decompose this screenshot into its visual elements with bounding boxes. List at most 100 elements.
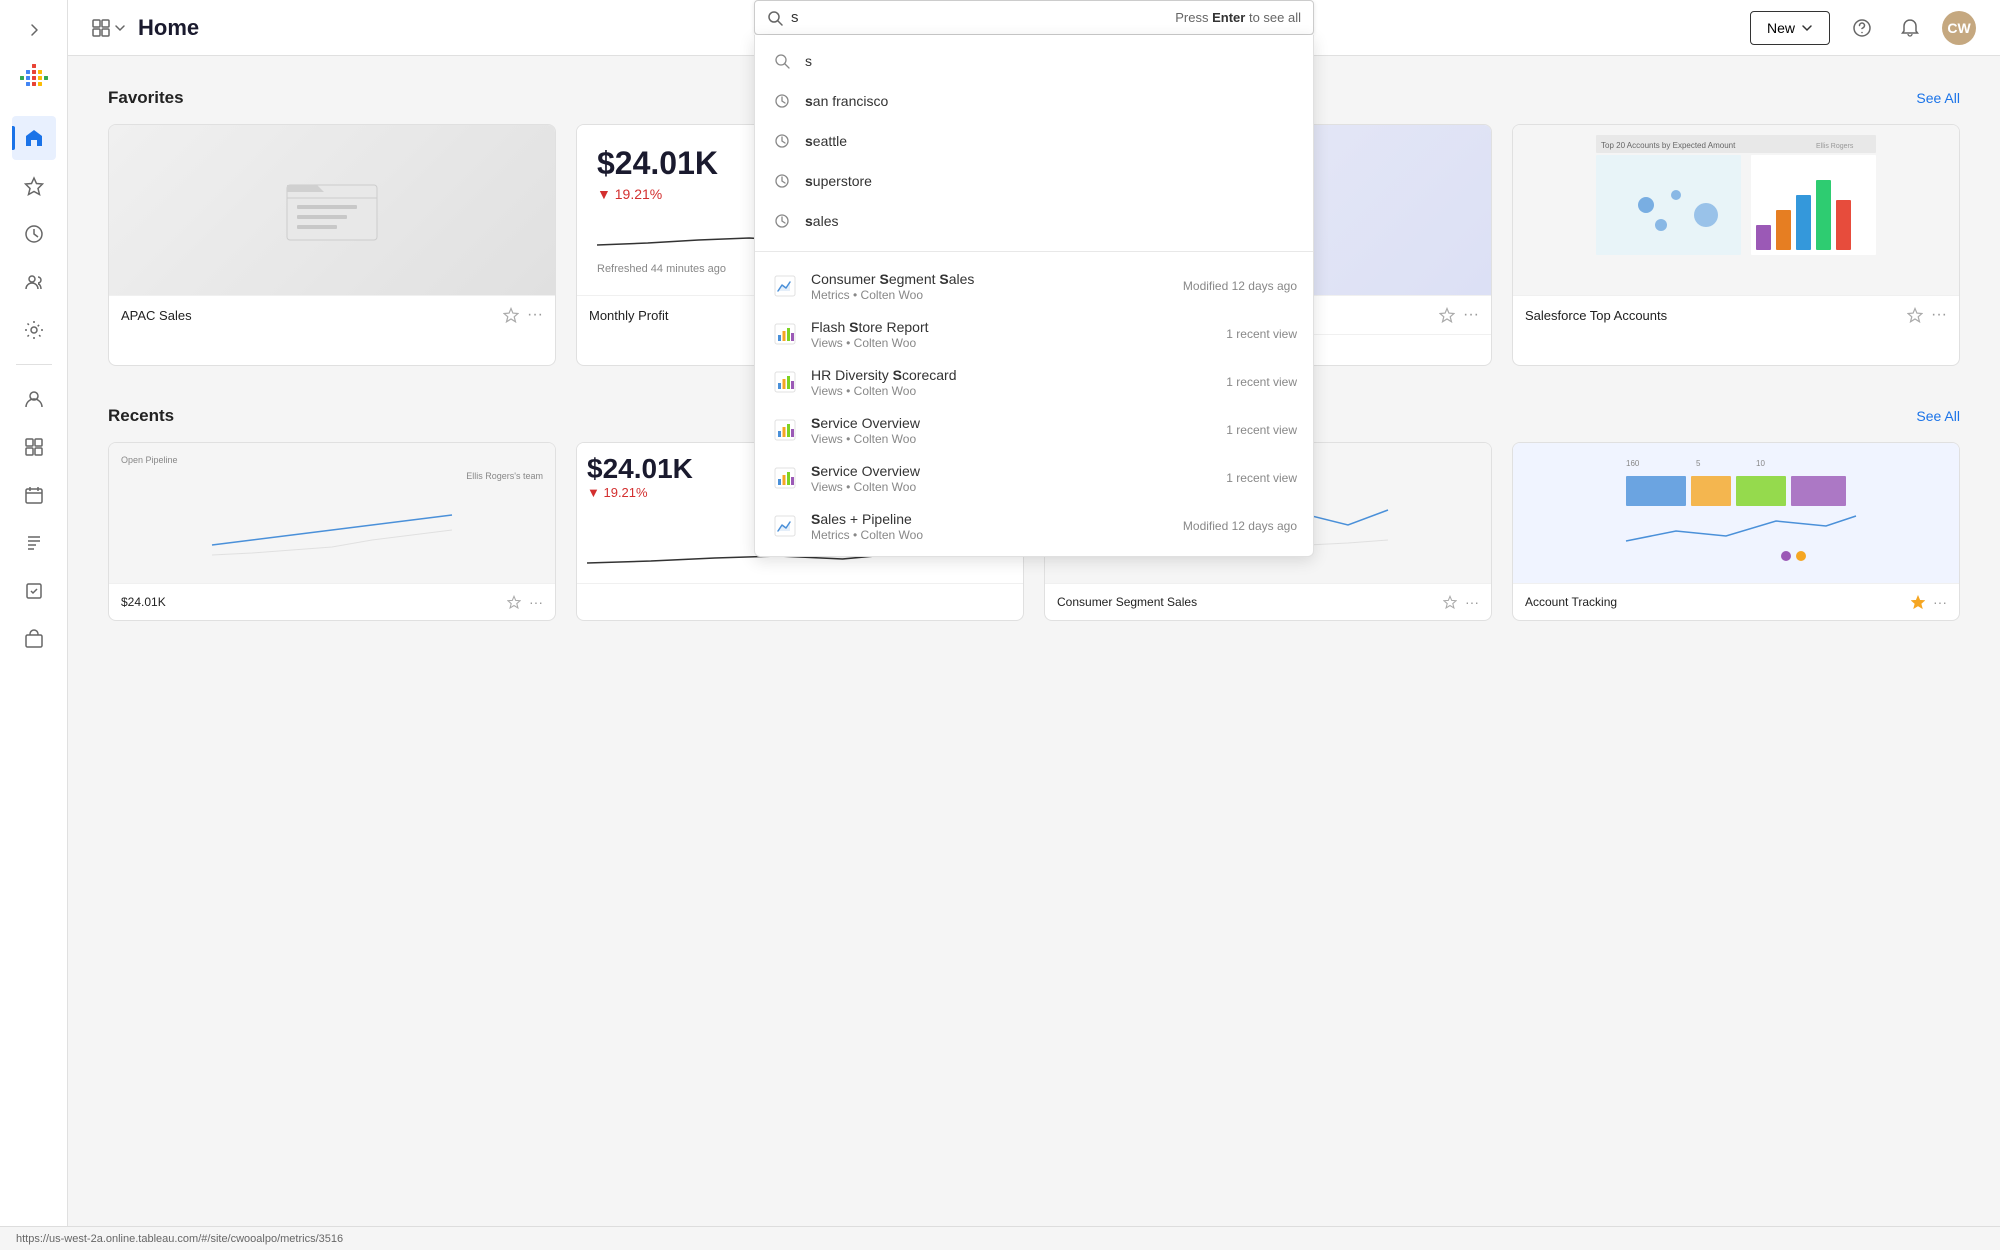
more-options-button[interactable]: ··· [1465,594,1479,610]
top-bar: Home Press Enter to see all [68,0,2000,56]
sidebar-item-recommendations[interactable] [12,308,56,352]
star-button[interactable] [503,307,519,323]
app-logo[interactable] [16,60,52,96]
sidebar-item-user[interactable] [12,377,56,421]
result-time: Modified 12 days ago [1183,519,1297,533]
search-input[interactable] [791,9,1167,26]
account-chart: 160 5 10 [1521,451,1951,571]
sidebar-item-tasks[interactable] [12,569,56,613]
sidebar-item-data[interactable] [12,521,56,565]
card-thumbnail-recent-1: Open Pipeline Ellis Rogers's team [109,443,555,583]
sidebar-item-home[interactable] [12,116,56,160]
sidebar [0,0,68,1250]
search-suggestion-s[interactable]: s [755,41,1313,81]
star-button[interactable] [507,595,521,609]
result-info: Flash Store Report Views • Colten Woo [811,319,1214,350]
card-thumbnail-salesforce: Top 20 Accounts by Expected Amount Ellis… [1513,125,1959,295]
suggestion-label: san francisco [805,93,888,109]
card-actions: ··· [1907,306,1947,324]
views-icon [771,320,799,348]
more-options-button[interactable]: ··· [1931,306,1947,324]
sidebar-item-groups[interactable] [12,260,56,304]
result-hr-diversity-scorecard[interactable]: HR Diversity Scorecard Views • Colten Wo… [755,358,1313,406]
result-name: Service Overview [811,463,1214,479]
search-suggestion-seattle[interactable]: seattle [755,121,1313,161]
recent-search-icon [771,90,793,112]
help-button[interactable] [1846,12,1878,44]
result-time: 1 recent view [1226,471,1297,485]
new-button[interactable]: New [1750,11,1830,45]
user-avatar[interactable]: CW [1942,11,1976,45]
sidebar-item-calendar[interactable] [12,473,56,517]
recent-search-icon [771,210,793,232]
result-name: Sales + Pipeline [811,511,1171,527]
sidebar-item-shared[interactable] [12,617,56,661]
card-footer-recent-1: $24.01K ··· [109,583,555,620]
card-recent-1[interactable]: Open Pipeline Ellis Rogers's team $24.01… [108,442,556,621]
svg-text:160: 160 [1626,459,1640,468]
chevron-down-icon [114,22,126,34]
result-service-overview-1[interactable]: Service Overview Views • Colten Woo 1 re… [755,406,1313,454]
topbar-right: New [1750,11,1976,45]
suggestion-label: superstore [805,173,872,189]
metrics-icon [771,272,799,300]
refresh-label: Refreshed 44 minutes ago [597,263,726,275]
result-name: Consumer Segment Sales [811,271,1171,287]
search-suggestion-san-francisco[interactable]: san francisco [755,81,1313,121]
suggestion-label: seattle [805,133,847,149]
sidebar-item-metrics[interactable] [12,425,56,469]
card-account-tracking[interactable]: 160 5 10 [1512,442,1960,621]
search-dropdown: s san francisco [754,35,1314,557]
result-meta: Metrics • Colten Woo [811,528,1171,542]
result-consumer-segment-sales[interactable]: Consumer Segment Sales Metrics • Colten … [755,262,1313,310]
result-service-overview-2[interactable]: Service Overview Views • Colten Woo 1 re… [755,454,1313,502]
more-options-button[interactable]: ··· [1933,594,1947,610]
card-actions: ··· [1443,594,1479,610]
sidebar-item-favorites[interactable] [12,164,56,208]
result-meta: Views • Colten Woo [811,480,1214,494]
sidebar-collapse-button[interactable] [16,12,52,48]
more-options-button[interactable]: ··· [527,306,543,324]
card-actions: ··· [507,594,543,610]
views-icon [771,464,799,492]
result-time: 1 recent view [1226,375,1297,389]
recent-search-icon [771,130,793,152]
salesforce-chart: Top 20 Accounts by Expected Amount Ellis… [1513,125,1959,295]
favorites-title: Favorites [108,88,184,108]
card-salesforce-top-accounts[interactable]: Top 20 Accounts by Expected Amount Ellis… [1512,124,1960,366]
card-thumbnail-apac-sales [109,125,555,295]
profit-value: $24.01K [597,145,718,182]
recents-see-all[interactable]: See All [1916,408,1960,424]
notifications-button[interactable] [1894,12,1926,44]
sidebar-divider-1 [16,364,52,365]
result-info: Service Overview Views • Colten Woo [811,415,1214,446]
star-button[interactable] [1439,307,1455,323]
search-suggestion-superstore[interactable]: superstore [755,161,1313,201]
result-info: Consumer Segment Sales Metrics • Colten … [811,271,1171,302]
svg-text:Ellis Rogers: Ellis Rogers [1816,143,1854,150]
result-name: HR Diversity Scorecard [811,367,1214,383]
search-container: Press Enter to see all [754,0,1314,35]
svg-text:10: 10 [1756,459,1765,468]
svg-text:Top 20 Accounts by Expected Am: Top 20 Accounts by Expected Amount [1601,141,1736,150]
result-meta: Metrics • Colten Woo [811,288,1171,302]
result-info: Service Overview Views • Colten Woo [811,463,1214,494]
star-button[interactable] [1911,595,1925,609]
result-flash-store-report[interactable]: Flash Store Report Views • Colten Woo 1 … [755,310,1313,358]
card-apac-sales[interactable]: APAC Sales ··· [108,124,556,366]
search-icon [767,10,783,26]
more-options-button[interactable]: ··· [1463,306,1479,324]
result-time: 1 recent view [1226,423,1297,437]
more-options-button[interactable]: ··· [529,594,543,610]
star-button[interactable] [1443,595,1457,609]
favorites-see-all[interactable]: See All [1916,90,1960,106]
dropdown-divider [755,251,1313,252]
star-button[interactable] [1907,307,1923,323]
result-sales-pipeline[interactable]: Sales + Pipeline Metrics • Colten Woo Mo… [755,502,1313,550]
pipeline-chart [121,485,543,565]
sidebar-item-recents[interactable] [12,212,56,256]
card-actions: ··· [503,306,543,324]
content-switcher[interactable] [92,19,126,37]
search-suggestion-sales[interactable]: sales [755,201,1313,241]
card-thumbnail-account-tracking: 160 5 10 [1513,443,1959,583]
